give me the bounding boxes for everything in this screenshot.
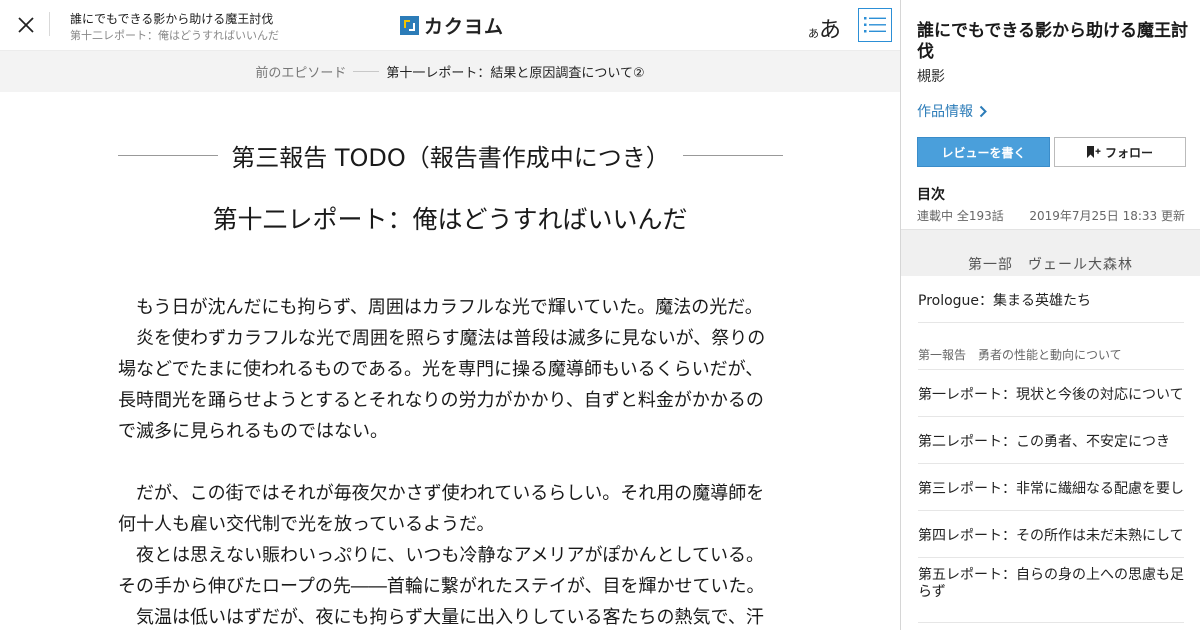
toc-item[interactable]: 第二レポート：この勇者、不安定につき: [918, 417, 1184, 464]
font-size-button[interactable]: ああ: [808, 12, 841, 43]
toc-sidebar: 誰にでもできる影から助ける魔王討伐 槻影 作品情報 レビューを書く フォロー 目…: [900, 0, 1200, 630]
body-line: もう日が沈んだにも拘らず、周囲はカラフルな光で輝いていた。魔法の光だ。: [118, 297, 763, 318]
list-icon: [864, 17, 886, 33]
work-info-label: 作品情報: [917, 104, 973, 120]
close-icon: [18, 17, 34, 33]
body-line: だが、この街ではそれが毎夜欠かさず使われているらしい。それ用の魔導師を: [118, 483, 765, 504]
episode-body: もう日が沈んだにも拘らず、周囲はカラフルな光で輝いていた。魔法の光だ。 炎を使わ…: [118, 292, 778, 630]
header-episode-subtitle: 第十二レポート：俺はどうすればいいんだ: [70, 29, 279, 42]
chevron-right-icon: [979, 105, 987, 117]
nav-separator-line: [353, 71, 380, 72]
serial-status: 連載中 全193話: [917, 209, 1004, 223]
sidebar-work-title[interactable]: 誰にでもできる影から助ける魔王討伐: [917, 21, 1189, 63]
body-line: 長時間光を踊らせようとするとそれなりの労力がかかり、自ずと料金がかかるの: [118, 390, 764, 411]
write-review-button[interactable]: レビューを書く: [917, 137, 1050, 167]
header-work-title[interactable]: 誰にでもできる影から助ける魔王討伐: [70, 10, 273, 27]
last-updated: 2019年7月25日 18:33 更新: [1029, 209, 1185, 223]
kakuyomu-logo[interactable]: カクヨム: [400, 13, 505, 38]
body-line: 場などでたまに使われるものである。光を専門に操る魔導師もいるくらいだが、: [118, 359, 764, 380]
logo-text: カクヨム: [424, 15, 505, 38]
toc-item[interactable]: 第五レポート：自らの身の上への思慮も足 らず: [918, 558, 1184, 623]
toc-item[interactable]: 第三レポート：非常に繊細なる配慮を要し: [918, 464, 1184, 511]
toc-item-label: 第一レポート：現状と今後の対応について: [918, 387, 1184, 403]
chapter-title: 第三報告 TODO（報告書作成中につき）: [231, 143, 670, 172]
toc-item[interactable]: 第一レポート：現状と今後の対応について: [918, 370, 1184, 417]
sidebar-author[interactable]: 槻影: [917, 66, 945, 86]
kakuyomu-logo-icon: [400, 15, 419, 35]
toc-section-header: 第一報告 勇者の性能と動向について: [918, 323, 1184, 370]
font-small-glyph: あ: [808, 27, 819, 40]
body-line: 炎を使わずカラフルな光で周囲を照らす魔法は普段は滅多に見ないが、祭りの: [118, 328, 766, 349]
header-divider: [49, 12, 50, 36]
toc-item-label-line1: 第五レポート：自らの身の上への思慮も足: [918, 567, 1184, 583]
reader-main: 誰にでもできる影から助ける魔王討伐 第十二レポート：俺はどうすればいいんだ カク…: [0, 0, 900, 630]
follow-button[interactable]: フォロー: [1054, 137, 1186, 167]
chapter-rule-right: [682, 154, 783, 156]
previous-episode-nav[interactable]: 前のエピソード 第十一レポート：結果と原因調査について②: [0, 50, 900, 92]
body-line: その手から伸びたロープの先――首輪に繋がれたステイが、目を輝かせていた。: [118, 576, 765, 597]
bookmark-plus-icon: [1086, 146, 1101, 158]
toc-toggle-button[interactable]: [858, 8, 892, 42]
toc-list: 第一部 ヴェール大森林 Prologue：集まる英雄たち 第一報告 勇者の性能と…: [901, 229, 1200, 623]
follow-label: フォロー: [1104, 145, 1153, 160]
body-line: 夜とは思えない賑わいっぷりに、いつも冷静なアメリアがぽかんとしている。: [118, 545, 765, 566]
body-line: 何十人も雇い交代制で光を放っているようだ。: [118, 514, 495, 535]
toc-heading: 目次: [917, 187, 945, 203]
toc-item[interactable]: 第四レポート：その所作は未だ未熟にして: [918, 511, 1184, 558]
close-button[interactable]: [12, 11, 40, 39]
chapter-rule-left: [118, 154, 219, 156]
toc-item[interactable]: Prologue：集まる英雄たち: [918, 276, 1184, 323]
toc-item-label-line2: らず: [918, 584, 946, 600]
previous-episode-title[interactable]: 第十一レポート：結果と原因調査について②: [386, 62, 644, 81]
font-large-glyph: あ: [819, 18, 842, 43]
toc-item-label: 第二レポート：この勇者、不安定につき: [918, 434, 1170, 450]
reader-header: 誰にでもできる影から助ける魔王討伐 第十二レポート：俺はどうすればいいんだ カク…: [0, 0, 900, 50]
paragraph-break: [118, 447, 778, 478]
previous-episode-label: 前のエピソード: [255, 66, 347, 81]
toc-part-header: 第一部 ヴェール大森林: [901, 229, 1200, 276]
work-info-link[interactable]: 作品情報: [917, 101, 987, 121]
toc-item-label: 第三レポート：非常に繊細なる配慮を要し: [918, 481, 1184, 497]
body-line: で滅多に見られるものではない。: [118, 421, 388, 442]
episode-title: 第十二レポート：俺はどうすればいいんだ: [212, 205, 688, 234]
toc-item-label: Prologue：集まる英雄たち: [918, 293, 1092, 309]
toc-item-label: 第四レポート：その所作は未だ未熟にして: [918, 528, 1184, 544]
chapter-heading: 第三報告 TODO（報告書作成中につき）: [118, 140, 783, 172]
body-line: 気温は低いはずだが、夜にも拘らず大量に出入りしている客たちの熱気で、汗: [118, 607, 764, 628]
